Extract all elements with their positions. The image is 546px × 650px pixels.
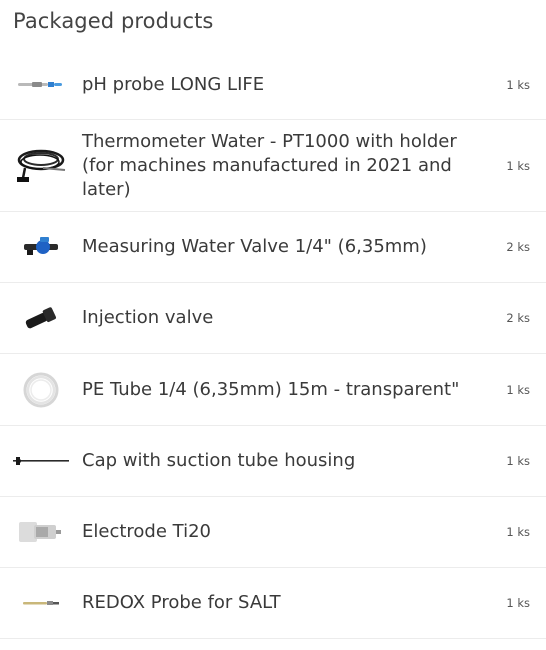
electrode-icon <box>0 502 82 562</box>
product-name: Electrode Ti20 <box>82 521 211 542</box>
product-row[interactable]: PE Tube 1/4 (6,35mm) 15m - transparent" … <box>0 354 546 426</box>
product-quantity: 2 ks <box>506 311 530 325</box>
product-quantity: 1 ks <box>506 77 530 92</box>
product-quantity: 1 ks <box>506 158 530 173</box>
product-name: Cap with suction tube housing <box>82 450 356 471</box>
product-quantity: 1 ks <box>506 382 530 397</box>
tube-coil-icon <box>0 360 82 420</box>
section-title: Packaged products <box>13 9 214 33</box>
product-quantity: 1 ks <box>506 525 530 539</box>
product-list: pH probe LONG LIFE 1 ks Thermometer Wate… <box>0 50 546 639</box>
product-quantity: 1 ks <box>506 454 530 468</box>
product-name: Thermometer Water - PT1000 with holder (… <box>82 130 457 200</box>
product-name: Measuring Water Valve 1/4" (6,35mm) <box>82 236 427 257</box>
injection-valve-icon <box>0 288 82 348</box>
product-name: PE Tube 1/4 (6,35mm) 15m - transparent" <box>82 378 460 400</box>
valve-icon <box>0 217 82 277</box>
product-row[interactable]: Injection valve 2 ks <box>0 283 546 354</box>
product-row[interactable]: Electrode Ti20 1 ks <box>0 497 546 568</box>
redox-probe-icon <box>0 573 82 633</box>
suction-cap-icon <box>0 431 82 491</box>
product-row[interactable]: pH probe LONG LIFE 1 ks <box>0 50 546 120</box>
product-name: Injection valve <box>82 307 214 328</box>
ph-probe-icon <box>0 55 82 115</box>
product-row[interactable]: Thermometer Water - PT1000 with holder (… <box>0 120 546 212</box>
product-row[interactable]: Cap with suction tube housing 1 ks <box>0 426 546 497</box>
packaged-products-panel: Packaged products pH probe LONG LIFE 1 k… <box>0 0 546 650</box>
product-name: REDOX Probe for SALT <box>82 592 281 613</box>
product-name: pH probe LONG LIFE <box>82 73 265 95</box>
product-quantity: 2 ks <box>506 240 530 254</box>
product-row[interactable]: REDOX Probe for SALT 1 ks <box>0 568 546 639</box>
product-row[interactable]: Measuring Water Valve 1/4" (6,35mm) 2 ks <box>0 212 546 283</box>
thermometer-cable-icon <box>0 136 82 196</box>
product-quantity: 1 ks <box>506 596 530 610</box>
